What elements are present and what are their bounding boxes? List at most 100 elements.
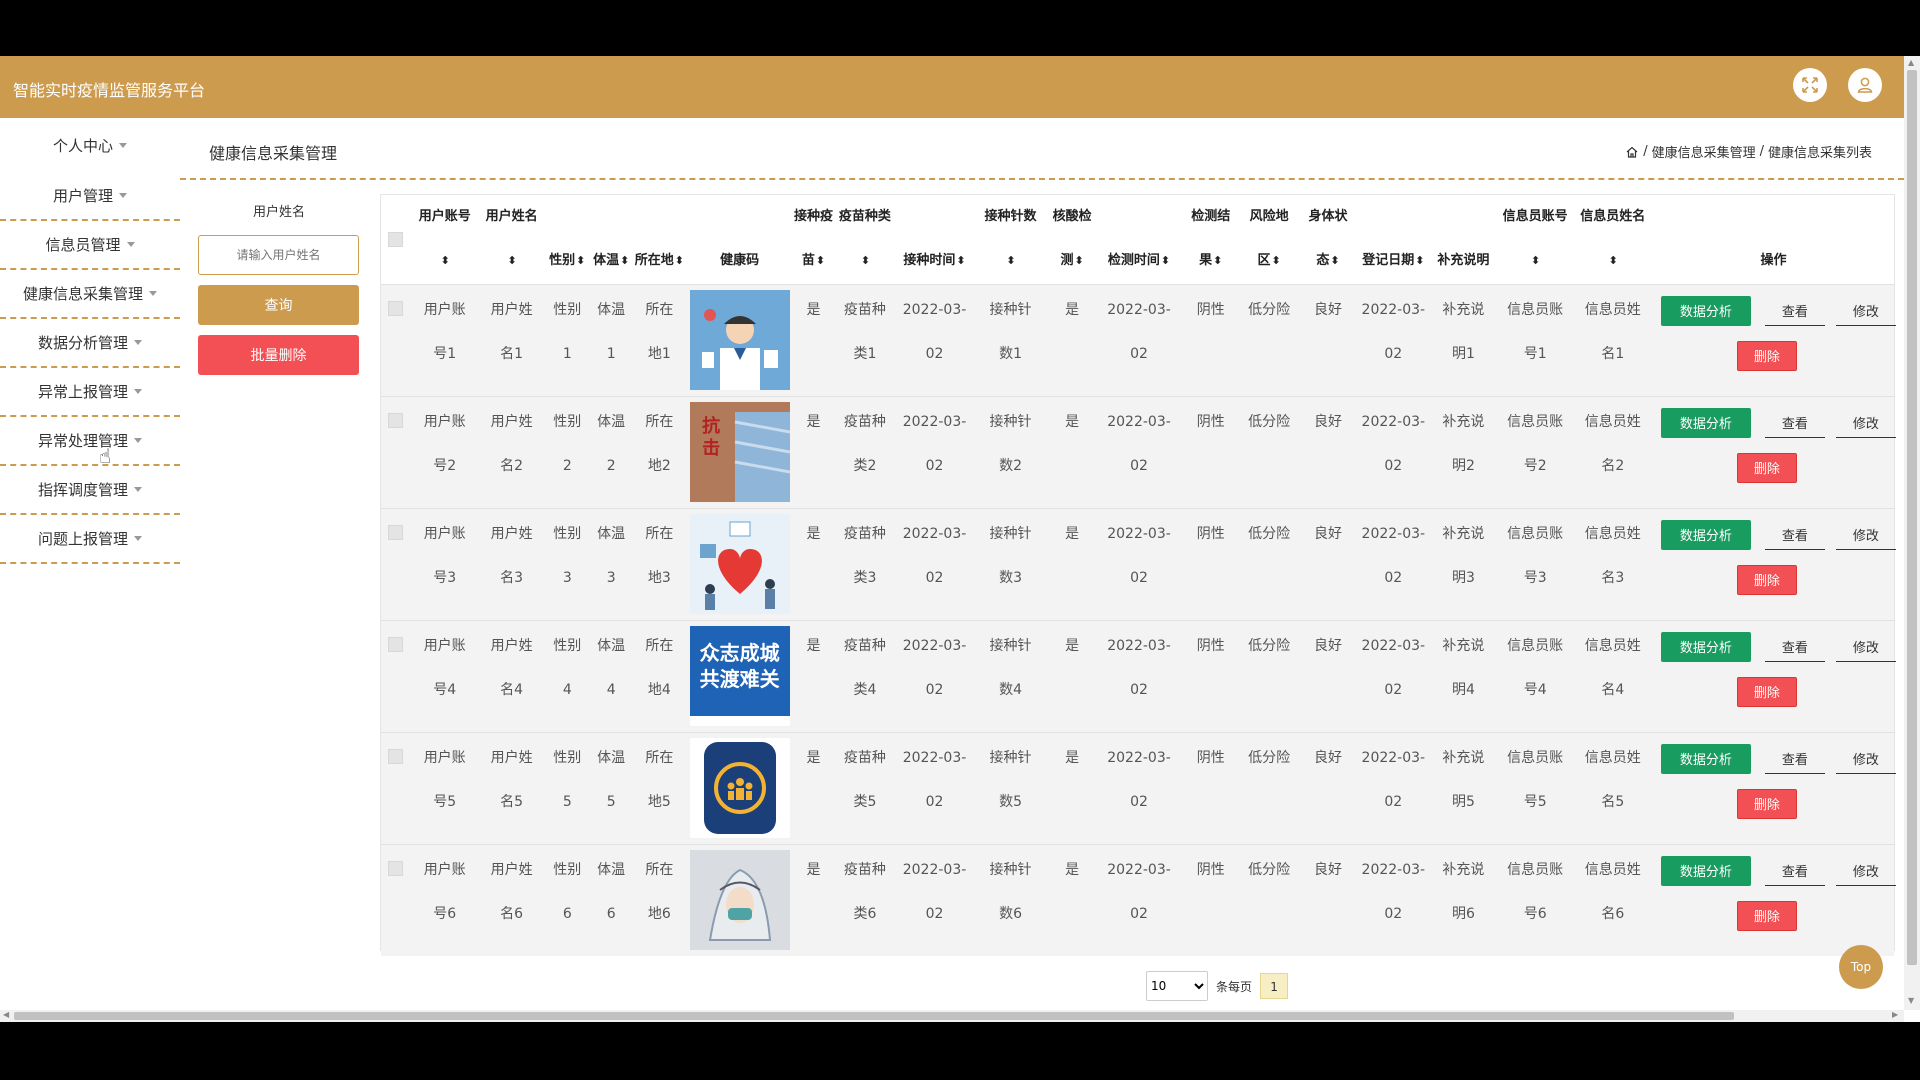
column-header[interactable]: 接种疫 苗⬍ [793, 195, 834, 284]
data-analysis-button[interactable]: 数据分析 [1660, 519, 1751, 550]
delete-button[interactable]: 删除 [1736, 340, 1797, 371]
edit-button[interactable]: 修改 [1835, 856, 1896, 886]
view-button[interactable]: 查看 [1764, 744, 1825, 774]
column-header[interactable]: 检测结 果⬍ [1182, 195, 1240, 284]
edit-button[interactable]: 修改 [1835, 632, 1896, 662]
edit-button[interactable]: 修改 [1835, 520, 1896, 550]
sidebar-item-anomaly-report-management[interactable]: 异常上报管理 [0, 368, 180, 417]
delete-button[interactable]: 删除 [1736, 900, 1797, 931]
scrollbar-thumb[interactable] [1907, 70, 1917, 965]
sidebar-item-personal-center[interactable]: 个人中心 [0, 118, 180, 172]
data-analysis-button[interactable]: 数据分析 [1660, 407, 1751, 438]
data-analysis-button[interactable]: 数据分析 [1660, 295, 1751, 326]
sidebar-item-data-analysis-management[interactable]: 数据分析管理 [0, 319, 180, 368]
column-header[interactable]: 身体状 态⬍ [1299, 195, 1358, 284]
sort-icon[interactable]: ⬍ [675, 254, 684, 267]
column-header[interactable]: 所在地⬍ [633, 195, 687, 284]
data-analysis-button[interactable]: 数据分析 [1660, 743, 1751, 774]
home-icon[interactable] [1625, 145, 1639, 159]
table-cell: 疫苗种 类2 [834, 396, 896, 508]
sort-icon[interactable]: ⬍ [620, 254, 629, 267]
sidebar-item-health-info-management[interactable]: 健康信息采集管理 [0, 270, 180, 319]
delete-button[interactable]: 删除 [1736, 676, 1797, 707]
sidebar-item-dispatch-management[interactable]: 指挥调度管理 [0, 466, 180, 515]
health-code-image-doctor[interactable] [689, 289, 790, 390]
health-code-image-painting[interactable] [689, 849, 790, 950]
view-button[interactable]: 查看 [1764, 856, 1825, 886]
column-header[interactable]: 疫苗种类 ⬍ [834, 195, 896, 284]
column-header[interactable]: 接种针数 ⬍ [973, 195, 1048, 284]
fullscreen-button[interactable] [1793, 68, 1827, 102]
edit-button[interactable]: 修改 [1835, 296, 1896, 326]
column-header[interactable]: 登记日期⬍ [1357, 195, 1429, 284]
column-header[interactable]: 信息员姓名 ⬍ [1573, 195, 1653, 284]
sort-icon[interactable]: ⬍ [1075, 254, 1084, 267]
table-cell: 良好 [1299, 732, 1358, 844]
sidebar-item-anomaly-handling-management[interactable]: 异常处理管理 [0, 417, 180, 466]
breadcrumb-level-1[interactable]: 健康信息采集管理 [1652, 142, 1756, 161]
row-checkbox[interactable] [388, 636, 404, 652]
scroll-left-arrow-icon[interactable]: ◀ [3, 1010, 9, 1019]
cell-text: 良好 [1313, 637, 1342, 654]
delete-button[interactable]: 删除 [1736, 564, 1797, 595]
column-header[interactable]: 性别⬍ [545, 195, 590, 284]
row-checkbox[interactable] [388, 860, 404, 876]
page-size-select[interactable]: 10 [1146, 971, 1208, 1001]
column-header[interactable]: 检测时间⬍ [1096, 195, 1182, 284]
sort-icon[interactable]: ⬍ [816, 254, 825, 267]
view-button[interactable]: 查看 [1764, 520, 1825, 550]
horizontal-scrollbar[interactable]: ◀ ▶ [0, 1010, 1904, 1022]
delete-button[interactable]: 删除 [1736, 452, 1797, 483]
scroll-up-arrow-icon[interactable]: ▲ [1908, 58, 1914, 67]
data-analysis-button[interactable]: 数据分析 [1660, 855, 1751, 886]
health-code-image-badge[interactable] [689, 737, 790, 838]
column-header[interactable]: 用户账号 ⬍ [411, 195, 478, 284]
sort-icon[interactable]: ⬍ [1330, 254, 1339, 267]
data-analysis-button[interactable]: 数据分析 [1660, 631, 1751, 662]
sort-icon[interactable]: ⬍ [508, 254, 517, 267]
sidebar-item-user-management[interactable]: 用户管理 [0, 172, 180, 221]
user-avatar-button[interactable] [1848, 68, 1882, 102]
column-header[interactable]: 体温⬍ [590, 195, 633, 284]
edit-button[interactable]: 修改 [1835, 408, 1896, 438]
sort-icon[interactable]: ⬍ [1531, 254, 1540, 267]
row-checkbox[interactable] [388, 412, 404, 428]
scroll-down-arrow-icon[interactable]: ▼ [1908, 996, 1914, 1005]
health-code-image-heart[interactable] [689, 513, 790, 614]
page-number-button[interactable]: 1 [1260, 973, 1289, 999]
row-checkbox[interactable] [388, 300, 404, 316]
view-button[interactable]: 查看 [1764, 408, 1825, 438]
row-checkbox[interactable] [388, 524, 404, 540]
sort-icon[interactable]: ⬍ [1213, 254, 1222, 267]
sort-icon[interactable]: ⬍ [576, 254, 585, 267]
sort-icon[interactable]: ⬍ [861, 254, 870, 267]
column-header[interactable]: 接种时间⬍ [896, 195, 973, 284]
query-button[interactable]: 查询 [198, 285, 359, 325]
column-header[interactable]: 信息员账号 ⬍ [1498, 195, 1573, 284]
sort-icon[interactable]: ⬍ [1006, 254, 1015, 267]
sidebar-item-informant-management[interactable]: 信息员管理 [0, 221, 180, 270]
row-checkbox[interactable] [388, 748, 404, 764]
sort-icon[interactable]: ⬍ [1272, 254, 1281, 267]
column-header[interactable]: 核酸检 测⬍ [1048, 195, 1096, 284]
column-header[interactable]: 用户姓名 ⬍ [478, 195, 544, 284]
scroll-right-arrow-icon[interactable]: ▶ [1892, 1010, 1898, 1019]
delete-button[interactable]: 删除 [1736, 788, 1797, 819]
back-to-top-button[interactable]: Top [1839, 945, 1883, 989]
search-input[interactable] [198, 235, 359, 275]
sort-icon[interactable]: ⬍ [441, 254, 450, 267]
column-header[interactable]: 风险地 区⬍ [1240, 195, 1299, 284]
sort-icon[interactable]: ⬍ [1609, 254, 1618, 267]
vertical-scrollbar[interactable]: ▲ ▼ [1904, 56, 1920, 1010]
view-button[interactable]: 查看 [1764, 632, 1825, 662]
sidebar-item-issue-report-management[interactable]: 问题上报管理 [0, 515, 180, 564]
scrollbar-thumb[interactable] [14, 1012, 1734, 1020]
sort-icon[interactable]: ⬍ [956, 254, 965, 267]
sort-icon[interactable]: ⬍ [1161, 254, 1170, 267]
cell-text: 2022-03- [902, 413, 967, 430]
batch-delete-button[interactable]: 批量删除 [198, 335, 359, 375]
view-button[interactable]: 查看 [1764, 296, 1825, 326]
select-all-checkbox[interactable] [388, 231, 404, 247]
edit-button[interactable]: 修改 [1835, 744, 1896, 774]
sort-icon[interactable]: ⬍ [1415, 254, 1424, 267]
